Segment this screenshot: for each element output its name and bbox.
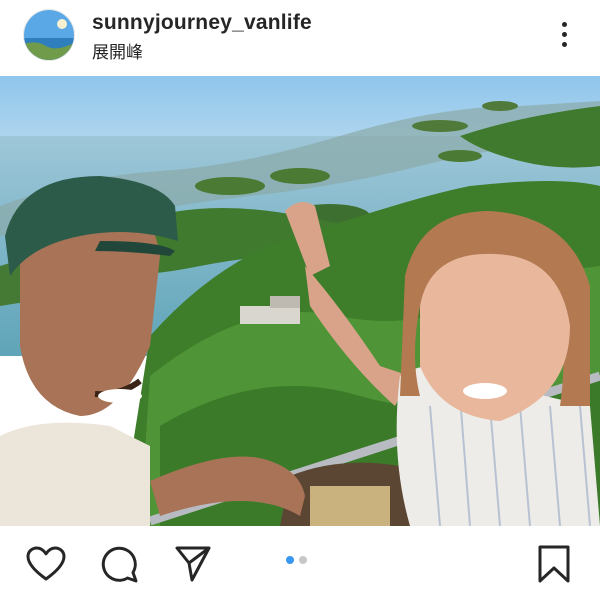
username[interactable]: sunnyjourney_vanlife [92,11,312,35]
profile-avatar-icon[interactable] [24,10,74,60]
more-dot [561,41,567,47]
more-dot [561,31,567,37]
location-label[interactable]: 展開峰 [92,38,143,63]
more-options-icon[interactable] [548,14,580,54]
carousel-indicator [286,556,307,564]
bookmark-icon[interactable] [537,544,571,589]
post-header: sunnyjourney_vanlife 展開峰 [0,0,600,76]
more-dot [561,21,567,27]
comment-icon[interactable] [100,545,140,590]
heart-icon[interactable] [26,546,66,587]
post-photo[interactable] [0,76,600,526]
post-actions [0,526,600,595]
carousel-dot-active [286,556,294,564]
send-icon[interactable] [174,545,212,588]
carousel-dot [299,556,307,564]
